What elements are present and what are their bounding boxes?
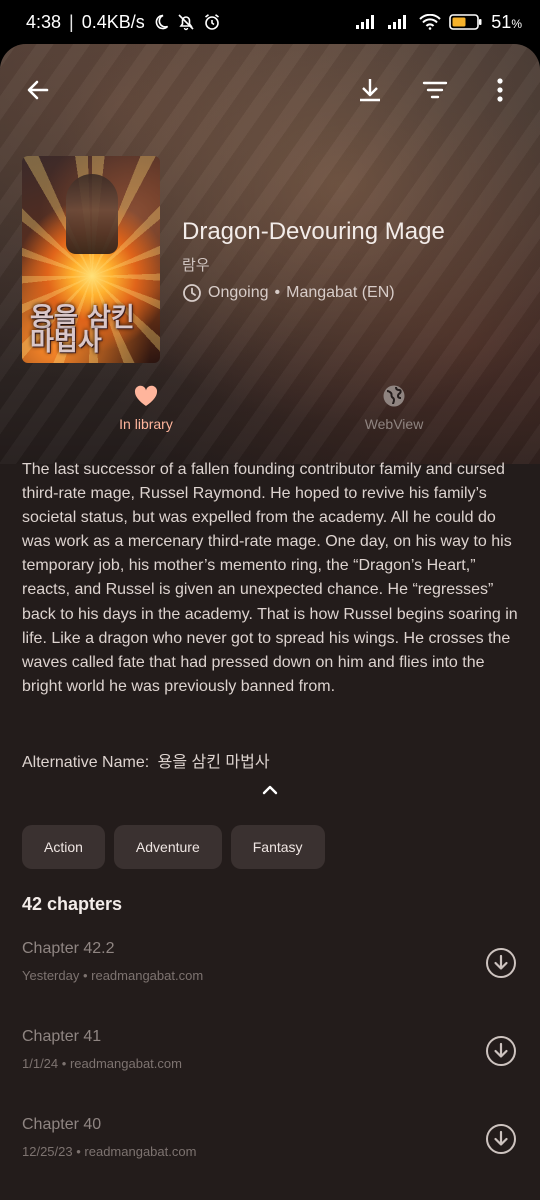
in-library-button[interactable]: In library — [46, 384, 246, 432]
download-chapter-button[interactable] — [484, 1034, 518, 1068]
moon-icon — [153, 14, 169, 30]
publication-status: Ongoing — [208, 284, 269, 301]
webview-button[interactable]: WebView — [294, 384, 494, 432]
chapter-row[interactable]: Chapter 41 1/1/24 • readmangabat.com — [0, 1028, 540, 1108]
filter-button[interactable] — [415, 70, 455, 110]
chapter-name: Chapter 42.2 — [22, 940, 115, 957]
cover-title-art: 용을 삼킨 마법사 — [30, 303, 135, 357]
download-circle-icon — [486, 1036, 516, 1066]
chapter-meta: 12/25/23 • readmangabat.com — [22, 1144, 197, 1159]
chapter-name: Chapter 41 — [22, 1028, 102, 1045]
wifi-icon — [419, 14, 442, 30]
manga-author: 람우 — [182, 257, 210, 274]
download-circle-icon — [486, 1124, 516, 1154]
filter-icon — [422, 81, 448, 99]
chapter-row[interactable]: Chapter 40 12/25/23 • readmangabat.com — [0, 1116, 540, 1196]
alternative-name-label: Alternative Name: — [22, 754, 150, 771]
back-button[interactable] — [18, 70, 58, 110]
manga-status-row: Ongoing • Mangabat (EN) — [182, 283, 522, 303]
manga-detail-screen: 용을 삼킨 마법사 Dragon-Devouring Mage 람우 Ongoi… — [0, 44, 540, 1200]
signal-icon — [387, 14, 411, 30]
manga-title: Dragon-Devouring Mage — [182, 218, 445, 245]
webview-label: WebView — [364, 416, 424, 432]
arrow-left-icon — [27, 80, 49, 100]
in-library-label: In library — [119, 416, 173, 432]
clock-icon — [183, 284, 201, 302]
network-speed: 0.4KB/s — [81, 11, 145, 32]
genre-chip[interactable]: Action — [22, 825, 105, 869]
status-bar: 4:38 | 0.4KB/s 51 % — [0, 0, 540, 44]
chapter-date: 12/25/23 — [22, 1144, 73, 1159]
chapter-source: readmangabat.com — [69, 1056, 182, 1071]
heart-icon — [134, 385, 158, 406]
more-options-button[interactable] — [480, 70, 520, 110]
top-toolbar — [0, 70, 540, 110]
action-row: In library WebView — [0, 384, 540, 444]
chapter-count[interactable]: 42 chapters — [22, 894, 122, 915]
genre-list: Action Adventure Fantasy — [22, 825, 325, 869]
clock: 4:38 — [26, 11, 62, 32]
chapter-date: Yesterday — [22, 968, 80, 983]
battery-icon — [449, 13, 483, 31]
chapter-meta: 1/1/24 • readmangabat.com — [22, 1056, 182, 1071]
chapter-source: readmangabat.com — [91, 968, 204, 983]
source-name: Mangabat (EN) — [286, 284, 395, 301]
more-vertical-icon — [497, 78, 503, 102]
genre-chip[interactable]: Adventure — [113, 825, 222, 869]
bell-off-icon — [177, 13, 195, 31]
manga-description[interactable]: The last successor of a fallen founding … — [22, 458, 522, 699]
manga-info: Dragon-Devouring Mage 람우 Ongoing • Manga… — [182, 216, 522, 303]
manga-cover[interactable]: 용을 삼킨 마법사 — [22, 156, 160, 363]
battery-level: 51 — [491, 11, 512, 32]
chapter-name: Chapter 40 — [22, 1116, 102, 1133]
chapter-date: 1/1/24 — [22, 1056, 59, 1071]
alarm-icon — [203, 13, 221, 31]
genre-chip[interactable]: Fantasy — [230, 825, 325, 869]
signal-icon — [355, 14, 379, 30]
alternative-name-value: 용을 삼킨 마법사 — [157, 754, 270, 771]
download-icon — [360, 79, 380, 102]
download-circle-icon — [486, 948, 516, 978]
chapter-meta: Yesterday • readmangabat.com — [22, 968, 204, 983]
separator: • — [274, 284, 281, 301]
globe-icon — [383, 385, 405, 407]
alternative-name: Alternative Name: 용을 삼킨 마법사 — [22, 748, 270, 772]
chapter-row[interactable]: Chapter 42.2 Yesterday • readmangabat.co… — [0, 940, 540, 1020]
collapse-description-button[interactable] — [258, 780, 282, 800]
download-chapter-button[interactable] — [484, 946, 518, 980]
download-button[interactable] — [350, 70, 390, 110]
chevron-up-icon — [262, 785, 278, 795]
chapter-source: readmangabat.com — [84, 1144, 197, 1159]
download-chapter-button[interactable] — [484, 1122, 518, 1156]
battery-unit: % — [511, 17, 522, 31]
